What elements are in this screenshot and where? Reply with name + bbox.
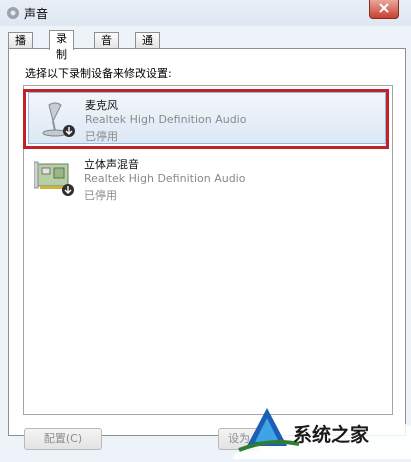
tab-playback[interactable]: 播放 — [8, 32, 33, 63]
device-driver: Realtek High Definition Audio — [85, 113, 247, 126]
configure-button[interactable]: 配置(C) — [24, 428, 102, 450]
tab-panel: 选择以下录制设备来修改设置: 麦克风 Realtek High Definiti… — [8, 48, 406, 436]
tab-communications[interactable]: 通信 — [135, 32, 160, 63]
device-item-stereo-mix[interactable]: 立体声混音 Realtek High Definition Audio 已停用 — [28, 152, 384, 202]
device-item-microphone[interactable]: 麦克风 Realtek High Definition Audio 已停用 — [23, 89, 389, 149]
window-title: 声音 — [24, 7, 49, 21]
close-button[interactable] — [369, 0, 399, 19]
tab-sounds[interactable]: 音音 — [94, 32, 119, 63]
title-bar: 声音 — [0, 0, 411, 26]
device-list[interactable]: 麦克风 Realtek High Definition Audio 已停用 立体… — [23, 85, 393, 415]
device-driver: Realtek High Definition Audio — [84, 172, 246, 185]
sound-card-icon — [34, 161, 74, 196]
device-name: 立体声混音 — [84, 158, 139, 171]
speaker-icon — [7, 7, 19, 19]
device-status: 已停用 — [84, 189, 117, 202]
instruction-text: 选择以下录制设备来修改设置: — [25, 67, 172, 80]
tab-recording[interactable]: 录制 — [49, 30, 74, 61]
device-status: 已停用 — [85, 130, 118, 143]
microphone-icon — [42, 102, 75, 137]
close-icon — [379, 3, 389, 13]
watermark-text: 系统之家 — [293, 424, 370, 446]
watermark: 系统之家 — [229, 398, 411, 459]
device-name: 麦克风 — [85, 99, 118, 112]
